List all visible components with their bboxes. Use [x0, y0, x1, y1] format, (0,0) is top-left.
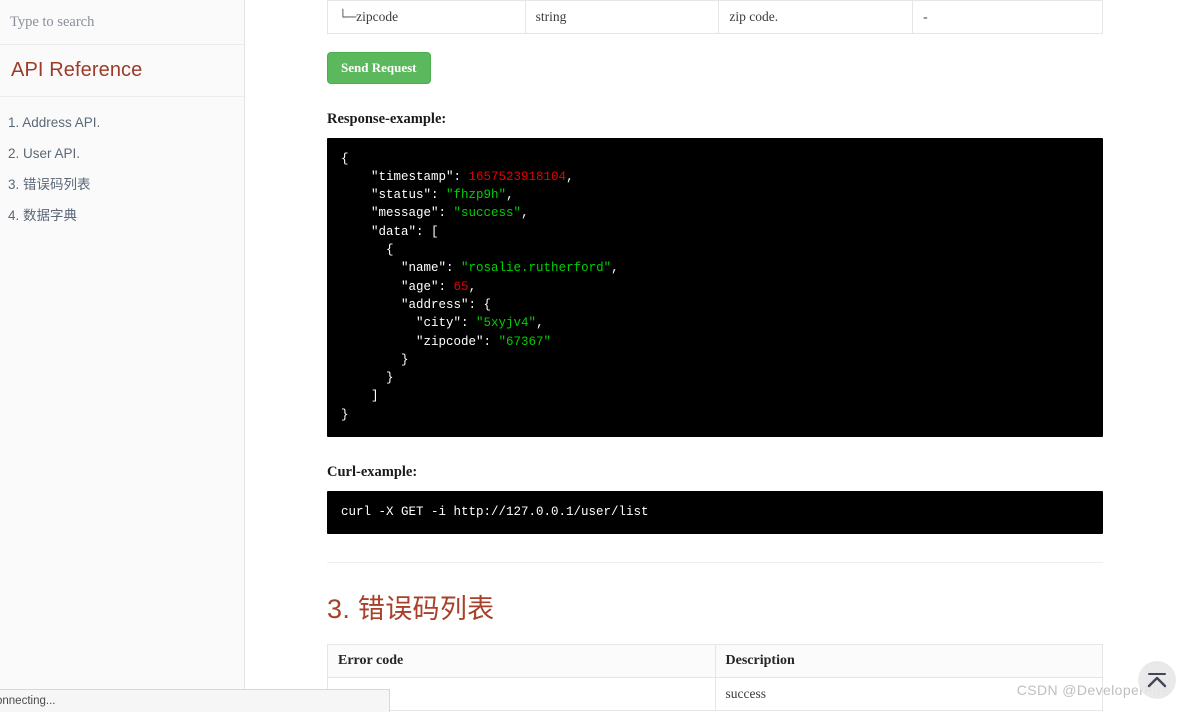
- sidebar-item-error-codes[interactable]: 3. 错误码列表: [0, 170, 244, 201]
- sidebar-nav: 1. Address API. 2. User API. 3. 错误码列表 4.…: [0, 97, 244, 232]
- response-example-code: { "timestamp": 1657523918104, "status": …: [327, 137, 1104, 437]
- sidebar-search-container: [0, 0, 244, 45]
- curl-example-code: curl -X GET -i http://127.0.0.1/user/lis…: [327, 491, 1104, 535]
- section-divider: [327, 562, 1104, 564]
- table-row: └─zipcode string zip code. -: [327, 0, 1104, 34]
- response-example-label: Response-example:: [327, 110, 447, 127]
- page-root: API Reference 1. Address API. 2. User AP…: [0, 0, 1184, 712]
- sidebar-item-address-api[interactable]: 1. Address API.: [0, 108, 244, 139]
- search-input[interactable]: [6, 11, 244, 33]
- parameter-table-container: └─zipcode string zip code. -: [327, 0, 1104, 34]
- param-name-cell: └─zipcode: [327, 0, 526, 34]
- param-type: string: [524, 0, 720, 34]
- table-header-row: Error code Description: [327, 644, 1104, 679]
- column-header-description: Description: [714, 644, 1104, 679]
- sidebar-item-user-api[interactable]: 2. User API.: [0, 139, 244, 170]
- error-code-table: Error code Description 200 success: [327, 644, 1104, 712]
- sidebar-item-data-dictionary[interactable]: 4. 数据字典: [0, 201, 244, 232]
- sidebar-brand: API Reference: [0, 45, 244, 97]
- curl-example-label: Curl-example:: [327, 464, 418, 480]
- browser-status-bar: onnecting...: [0, 689, 390, 712]
- table-row: 200 success: [327, 677, 1104, 712]
- page-title: API Reference: [11, 59, 143, 81]
- param-description: zip code.: [718, 0, 914, 34]
- content-inner: └─zipcode string zip code. - Send Reques…: [245, 0, 1184, 712]
- sidebar: API Reference 1. Address API. 2. User AP…: [0, 0, 245, 712]
- main-content: └─zipcode string zip code. - Send Reques…: [245, 0, 1184, 712]
- column-header-error-code: Error code: [327, 644, 716, 679]
- send-request-button[interactable]: Send Request: [327, 52, 431, 84]
- parameter-table: └─zipcode string zip code. -: [327, 0, 1104, 34]
- param-extra: -: [912, 0, 1104, 34]
- status-text: onnecting...: [0, 695, 56, 707]
- param-name: zipcode: [356, 9, 399, 24]
- chevron-up-icon: [1147, 673, 1167, 688]
- tree-branch-icon: └─: [338, 9, 356, 24]
- section-heading-error-codes: 3. 错误码列表: [327, 594, 495, 625]
- scroll-to-top-button[interactable]: [1138, 661, 1176, 699]
